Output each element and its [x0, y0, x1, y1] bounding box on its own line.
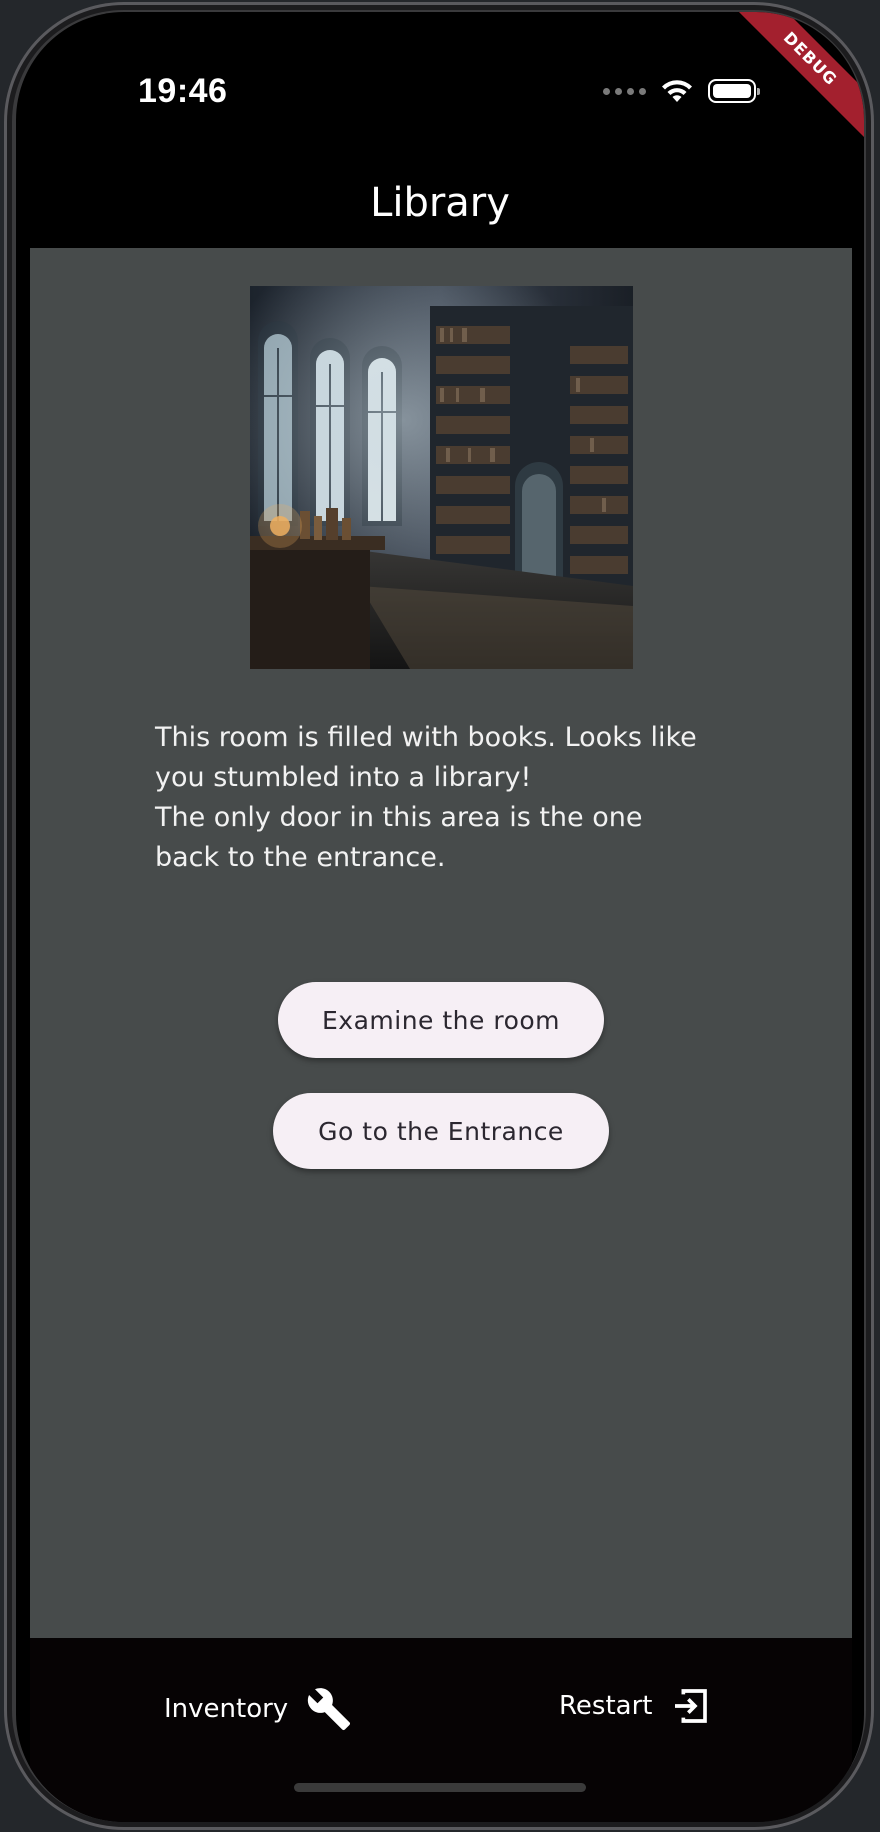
- wifi-icon: [662, 80, 692, 102]
- battery-icon: [708, 79, 760, 103]
- phone-screen: 19:46 DEBUG Library This room is filled …: [16, 12, 864, 1822]
- room-content: This room is filled with books. Looks li…: [30, 248, 852, 1638]
- bottom-navigation-bar: Inventory Restart: [30, 1638, 852, 1822]
- description-line: The only door in this area is the one: [155, 802, 643, 833]
- home-indicator[interactable]: [294, 1783, 586, 1792]
- status-time: 19:46: [138, 72, 228, 110]
- description-line: back to the entrance.: [155, 842, 446, 873]
- restart-button[interactable]: Restart: [559, 1686, 710, 1726]
- inventory-button[interactable]: Inventory: [164, 1686, 352, 1732]
- status-icons: [603, 78, 760, 104]
- inventory-label: Inventory: [164, 1694, 289, 1724]
- room-image: [250, 286, 633, 669]
- description-line: you stumbled into a library!: [155, 762, 532, 793]
- cellular-signal-icon: [603, 87, 646, 95]
- examine-room-button[interactable]: Examine the room: [278, 982, 604, 1058]
- exit-icon: [675, 1689, 708, 1723]
- restart-label: Restart: [559, 1691, 653, 1721]
- wrench-icon: [308, 1688, 351, 1731]
- go-to-entrance-button[interactable]: Go to the Entrance: [273, 1093, 609, 1169]
- description-line: This room is filled with books. Looks li…: [155, 722, 697, 753]
- room-description: This room is filled with books. Looks li…: [155, 718, 755, 878]
- page-title: Library: [370, 180, 510, 226]
